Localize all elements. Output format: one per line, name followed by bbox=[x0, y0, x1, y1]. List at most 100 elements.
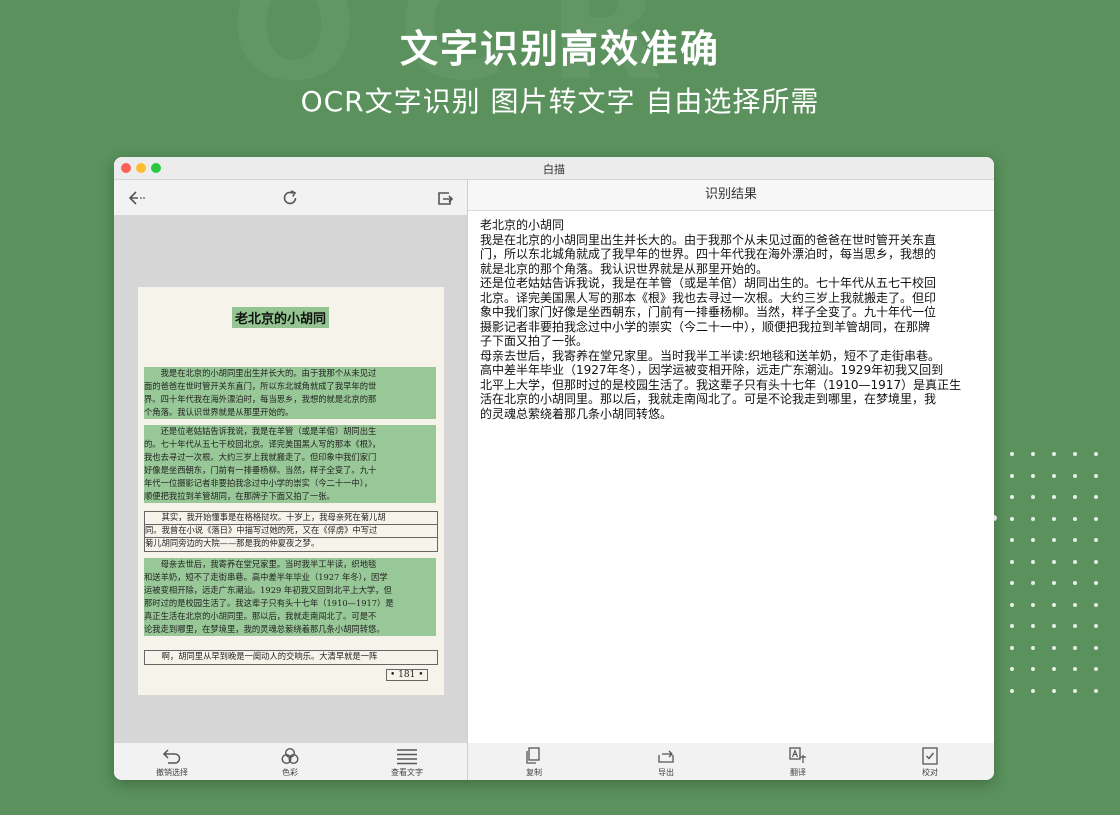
document-text-line[interactable]: 个角落。我认识世界就是从那里开始的。 bbox=[144, 406, 436, 419]
decorative-dot bbox=[1052, 559, 1056, 564]
color-button[interactable]: 色彩 bbox=[255, 747, 325, 778]
decorative-dot bbox=[1052, 516, 1056, 521]
decorative-dot bbox=[1010, 538, 1014, 542]
rotate-icon[interactable] bbox=[280, 188, 300, 208]
decorative-dot bbox=[1010, 688, 1014, 693]
decorative-dot bbox=[1031, 581, 1035, 585]
document-text-line[interactable]: 那时过的是校园生活了。我这辈子只有头十七年（1910—1917）是 bbox=[144, 597, 436, 610]
decorative-dot bbox=[1010, 602, 1014, 607]
decorative-dot bbox=[1073, 473, 1077, 478]
decorative-dot bbox=[1094, 516, 1098, 521]
copy-label: 复制 bbox=[526, 768, 542, 777]
decorative-dot bbox=[1031, 667, 1035, 671]
copy-button[interactable]: 复制 bbox=[499, 747, 569, 778]
export-result-label: 导出 bbox=[658, 768, 674, 777]
decorative-dot bbox=[1052, 538, 1056, 542]
document-page-number: • 181 • bbox=[386, 669, 428, 681]
decorative-dot bbox=[1094, 602, 1098, 607]
result-text-line: 摄影记者非要拍我念过中小学的崇实（今二十一中），顺便把我拉到羊管胡同，在那牌 bbox=[480, 319, 931, 334]
result-text-line: 北平上大学，但那时过的是校园生活了。我这辈子只有头十七年（1910—1917）是… bbox=[480, 377, 962, 392]
pane-divider[interactable] bbox=[467, 180, 468, 780]
decorative-dot bbox=[1031, 688, 1035, 693]
ocr-result-text[interactable]: 老北京的小胡同 我是在北京的小胡同里出生并长大的。由于我那个从未见过面的爸爸在世时… bbox=[480, 218, 985, 421]
decorative-dot bbox=[1094, 473, 1098, 478]
copy-icon bbox=[526, 747, 540, 764]
result-header: 识别结果 bbox=[468, 180, 994, 211]
share-icon bbox=[658, 750, 674, 763]
result-text-line: 老北京的小胡同 bbox=[480, 218, 565, 232]
decorative-dot bbox=[1052, 473, 1056, 478]
document-text-line[interactable]: 好像是坐西朝东，门前有一排垂杨柳。当然，样子全变了。九十 bbox=[144, 464, 436, 477]
document-title[interactable]: 老北京的小胡同 bbox=[232, 307, 330, 328]
document-text-line[interactable]: 和送羊奶，短不了走街串巷。高中差半年毕业（1927 年冬），因学 bbox=[144, 571, 436, 584]
decorative-dot bbox=[1010, 495, 1014, 499]
result-text-line: 活在北京的小胡同里。那以后，我就走南闯北了。可是不论我走到哪里，在梦境里，我 bbox=[480, 392, 937, 406]
scanned-document: 老北京的小胡同 • 181 • 我是在北京的小胡同里出生并长大的。由于我那个从未… bbox=[138, 287, 444, 695]
export-icon[interactable] bbox=[435, 188, 455, 208]
result-text-line: 母亲去世后，我寄养在堂兄家里。当时我半工半读:织地毯和送羊奶，短不了走街串巷。 bbox=[480, 348, 941, 363]
result-text-line: 象中我们家门好像是坐西朝东，门前有一排垂杨柳。当然，样子全变了。九十年代一位 bbox=[480, 305, 937, 319]
result-text-line: 门，所以东北城角就成了我早年的世界。四十年代我在海外漂泊时，每当思乡，我想的 bbox=[480, 247, 937, 261]
decorative-dot bbox=[1094, 559, 1098, 564]
document-text-line[interactable]: 我是在北京的小胡同里出生并长大的。由于我那个从未见过 bbox=[144, 367, 436, 380]
decorative-dot bbox=[1094, 538, 1098, 542]
document-text-line[interactable]: 真正生活在北京的小胡同里。那以后，我就走南闯北了。可是不 bbox=[144, 610, 436, 623]
decorative-dot bbox=[1073, 516, 1077, 521]
export-result-button[interactable]: 导出 bbox=[631, 747, 701, 778]
translate-label: 翻译 bbox=[790, 768, 806, 777]
document-text-line[interactable]: 论我走到哪里，在梦境里，我的灵魂总萦绕着那几条小胡同转悠。 bbox=[144, 623, 436, 636]
translate-button[interactable]: 翻译 bbox=[763, 747, 833, 778]
undo-selection-button[interactable]: 撤销选择 bbox=[137, 747, 207, 778]
decorative-dot bbox=[1052, 581, 1056, 585]
image-pane: 老北京的小胡同 • 181 • 我是在北京的小胡同里出生并长大的。由于我那个从未… bbox=[114, 180, 467, 780]
color-label: 色彩 bbox=[282, 768, 298, 777]
image-toolbar bbox=[114, 180, 467, 215]
document-text-line[interactable]: 运被变相开除，远走广东潮汕。1929 年初我又回到北平上大学，但 bbox=[144, 584, 436, 597]
back-arrow-icon[interactable] bbox=[126, 188, 146, 208]
decorative-dot bbox=[1010, 516, 1014, 521]
decorative-dot bbox=[1094, 688, 1098, 693]
document-text-line[interactable]: 年代一位摄影记者非要拍我念过中小学的崇实（今二十一中）， bbox=[144, 477, 436, 490]
decorative-dot bbox=[1031, 538, 1035, 542]
decorative-dot bbox=[1010, 645, 1014, 650]
view-text-button[interactable]: 查看文字 bbox=[372, 747, 442, 778]
document-text-line[interactable]: 界。四十年代我在海外漂泊时，每当思乡，我想的就是北京的那 bbox=[144, 393, 436, 406]
result-text-line: 就是北京的那个角落。我认识世界就是从那里开始的。 bbox=[480, 261, 769, 276]
decorative-dot bbox=[1031, 645, 1035, 650]
decorative-dot bbox=[1052, 667, 1056, 671]
decorative-dot bbox=[1052, 645, 1056, 650]
document-text-line[interactable]: 母亲去世后，我寄养在堂兄家里。当时我半工半读，织地毯 bbox=[144, 558, 436, 571]
decorative-dot-grid bbox=[1010, 452, 1110, 702]
color-circles-icon bbox=[281, 747, 299, 765]
text-lines-icon bbox=[397, 749, 417, 765]
document-text-line[interactable]: 菊儿胡同旁边的大院——那是我的仲夏夜之梦。 bbox=[144, 537, 438, 552]
decorative-dot bbox=[1031, 452, 1035, 456]
decorative-dot bbox=[1010, 559, 1014, 564]
decorative-dot bbox=[1073, 667, 1077, 671]
decorative-dot bbox=[1073, 452, 1077, 456]
app-window: 白描 老北京的小胡同 • 181 • 我是在北京的小胡同里出生并长大的。由于我那… bbox=[114, 157, 994, 780]
document-text-line[interactable]: 的。七十年代从五七干校回北京。译完美国黑人写的那本《根》， bbox=[144, 438, 436, 451]
promo-headline: 文字识别高效准确 bbox=[399, 27, 720, 71]
image-bottom-toolbar: 撤销选择 色彩 查看文字 bbox=[114, 743, 467, 780]
decorative-dot bbox=[1073, 645, 1077, 650]
proofread-button[interactable]: 校对 bbox=[895, 747, 965, 778]
document-text-line[interactable]: 我也去寻过一次根。大约三岁上我就搬走了。但印象中我们家门 bbox=[144, 451, 436, 464]
decorative-dot bbox=[1052, 688, 1056, 693]
undo-icon bbox=[162, 749, 181, 764]
result-bottom-toolbar: 复制 导出 翻译 校对 bbox=[468, 743, 994, 780]
decorative-dot bbox=[1073, 688, 1077, 693]
decorative-dot bbox=[1031, 559, 1035, 564]
document-text-line[interactable]: 啊，胡同里从早到晚是一阕动人的交响乐。大清早就是一阵 bbox=[144, 650, 438, 665]
decorative-dot bbox=[1094, 581, 1098, 585]
document-text-line[interactable]: 面的爸爸在世时管开关东直门，所以东北城角就成了我早年的世 bbox=[144, 380, 436, 393]
decorative-dot bbox=[1010, 624, 1014, 628]
decorative-dot bbox=[1094, 645, 1098, 650]
undo-selection-label: 撤销选择 bbox=[156, 768, 188, 777]
decorative-dot bbox=[1031, 516, 1035, 521]
decorative-dot bbox=[1031, 473, 1035, 478]
document-text-line[interactable]: 顺便把我拉到羊管胡同，在那牌子下面又拍了一张。 bbox=[144, 490, 436, 503]
decorative-dot bbox=[1073, 538, 1077, 542]
document-text-line[interactable]: 还是位老姑姑告诉我说，我是在羊管（或是羊倌）胡同出生 bbox=[144, 425, 436, 438]
decorative-dot bbox=[1073, 559, 1077, 564]
